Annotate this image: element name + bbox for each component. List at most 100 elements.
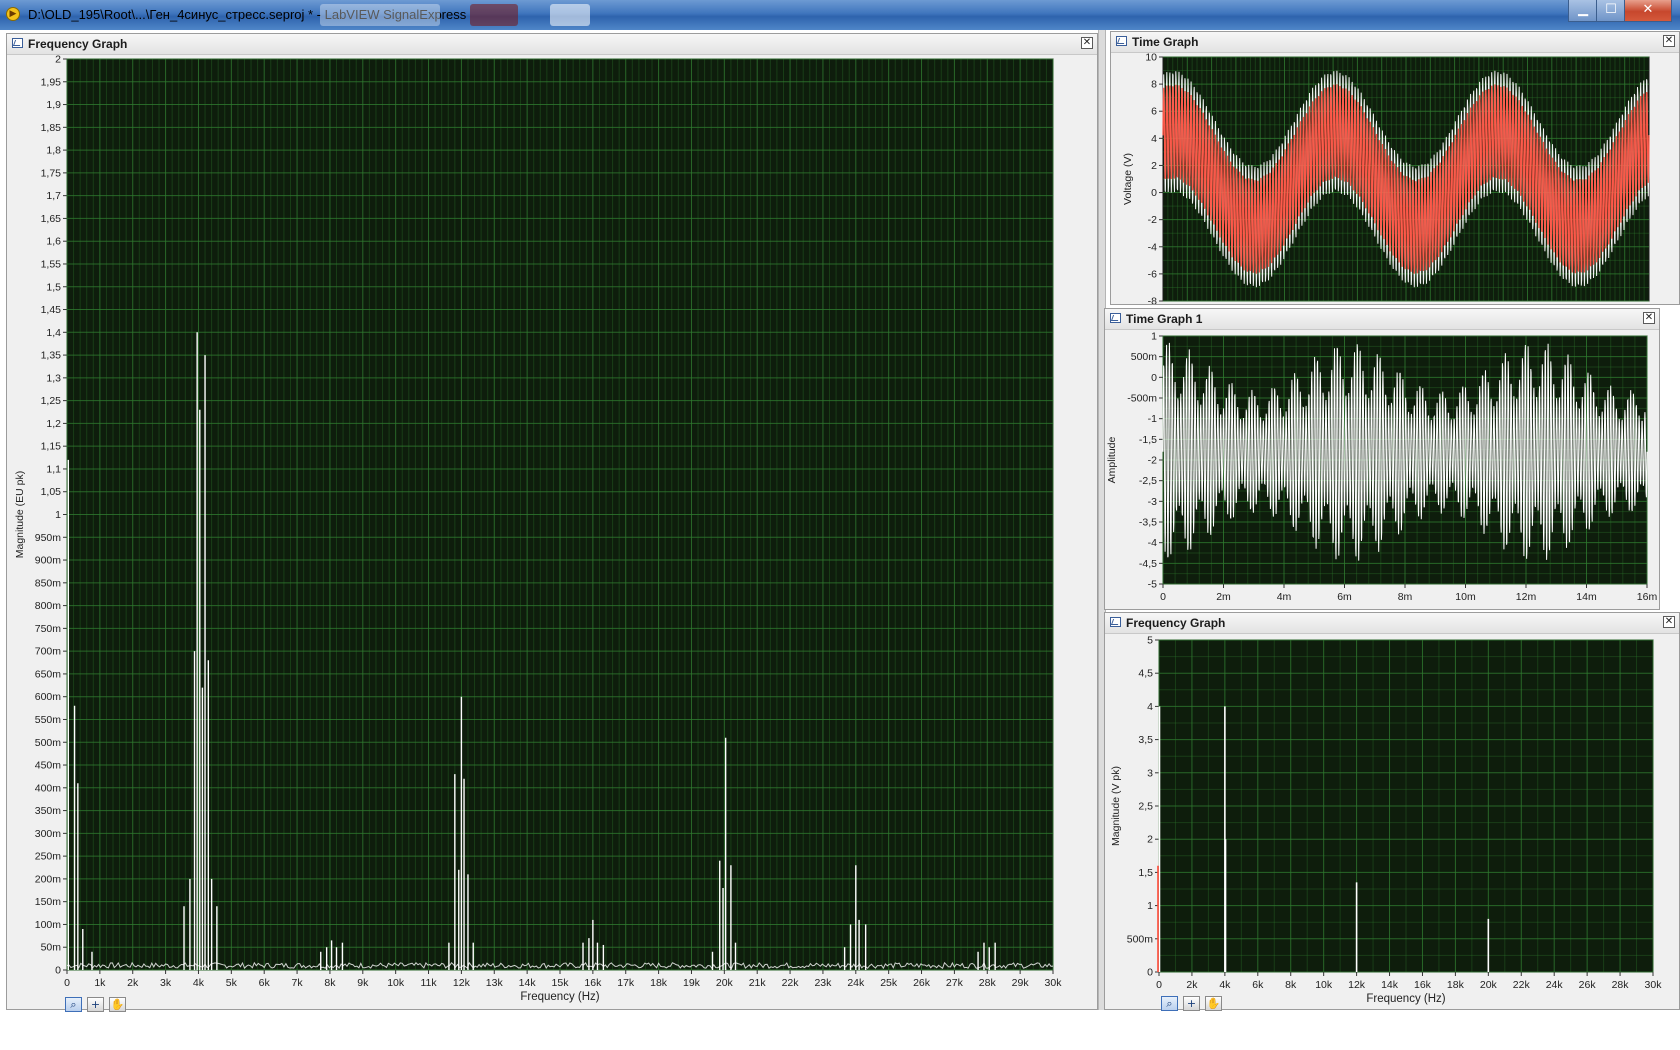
x-tick-label: 11k <box>420 977 437 989</box>
x-tick-label: 20k <box>716 977 734 989</box>
x-tick-label: 30k <box>1045 977 1063 989</box>
y-tick-label: 450m <box>35 760 62 772</box>
y-tick-label: -1,5 <box>1139 434 1157 446</box>
y-tick-label: -2 <box>1148 214 1157 226</box>
y-tick-label: 8 <box>1151 79 1157 91</box>
x-tick-label: 16k <box>584 977 602 989</box>
x-tick-label: 4k <box>1219 979 1231 991</box>
y-tick-label: -500m <box>1127 393 1157 405</box>
y-tick-label: 3,5 <box>1138 734 1153 746</box>
y-tick-label: 700m <box>35 646 62 658</box>
maximize-button[interactable]: ☐ <box>1596 0 1626 22</box>
titlebar-decoration <box>550 4 590 26</box>
cursor-tool-icon[interactable]: + <box>1183 996 1200 1011</box>
panel-close-icon[interactable]: ✕ <box>1081 37 1093 49</box>
x-tick-label: 8k <box>324 977 336 989</box>
y-tick-label: 1,5 <box>1138 867 1153 879</box>
panel-header: Time Graph ✕ <box>1111 32 1679 53</box>
y-tick-label: 350m <box>35 805 62 817</box>
y-tick-label: 1,8 <box>46 145 61 157</box>
x-tick-label: 12k <box>453 977 471 989</box>
x-tick-label: 13k <box>486 977 504 989</box>
y-tick-label: 2,5 <box>1138 801 1153 813</box>
pan-hand-tool-icon[interactable]: ✋ <box>109 997 126 1012</box>
x-tick-label: 4k <box>193 977 205 989</box>
y-tick-label: 600m <box>35 691 62 703</box>
y-tick-label: 2 <box>1151 160 1157 172</box>
y-tick-label: 1,9 <box>46 99 61 111</box>
x-tick-label: 5k <box>226 977 238 989</box>
x-tick-label: 6k <box>1252 979 1264 991</box>
y-tick-label: 1,5 <box>46 281 61 293</box>
x-tick-label: 26k <box>913 977 931 989</box>
y-tick-label: 4,5 <box>1138 668 1153 680</box>
y-tick-label: -5 <box>1148 579 1157 591</box>
x-axis-label: Frequency (Hz) <box>520 991 599 1003</box>
panel-header: Frequency Graph ✕ <box>1105 613 1679 634</box>
zoom-tool-icon[interactable]: ⌕ <box>1161 996 1178 1011</box>
y-axis-label: Amplitude <box>1106 437 1118 484</box>
x-tick-label: 16m <box>1637 591 1658 603</box>
y-tick-label: 800m <box>35 600 62 612</box>
cursor-tool-icon[interactable]: + <box>87 997 104 1012</box>
graph-panel-icon <box>12 38 23 48</box>
frequency-graph-panel: Frequency Graph ✕ 0 50m 100m 150m 200m 250m 30… <box>6 33 1098 1012</box>
panel-close-icon[interactable]: ✕ <box>1663 35 1675 47</box>
y-tick-label: 1 <box>55 509 61 521</box>
time-graph-chart[interactable]: -8 -6 -4 -2 0 2 4 6 8 10 Voltage (V) <box>1111 52 1679 304</box>
frequency-graph-small-chart[interactable]: 0 500m 1 1,5 2 2,5 3 3,5 4 4,5 5 0 2k 4k 6k 8k 10k 12k 14k… <box>1105 633 1679 1009</box>
panel-close-icon[interactable]: ✕ <box>1643 312 1655 324</box>
x-tick-label: 0 <box>64 977 70 989</box>
x-tick-label: 12m <box>1516 591 1537 603</box>
x-tick-label: 27k <box>946 977 964 989</box>
y-tick-label: 0 <box>1147 967 1153 979</box>
labview-app-icon[interactable]: ▶ <box>6 7 20 21</box>
x-tick-label: 24k <box>847 977 865 989</box>
y-tick-label: 1,4 <box>46 327 61 339</box>
x-tick-label: 19k <box>683 977 701 989</box>
minimize-button[interactable]: ▁ <box>1568 0 1598 22</box>
graph-panel-icon <box>1110 617 1121 627</box>
window-titlebar: ▶ D:\OLD_195\Root\...\Ген_4синус_стресс.… <box>0 0 1680 30</box>
y-tick-label: 10 <box>1145 52 1157 64</box>
titlebar-decoration <box>320 4 440 26</box>
y-tick-label: -8 <box>1148 296 1157 305</box>
x-tick-label: 4m <box>1277 591 1292 603</box>
y-tick-label: 100m <box>35 919 62 931</box>
close-window-button[interactable]: ✕ <box>1624 0 1672 22</box>
x-tick-label: 14k <box>1381 979 1399 991</box>
x-tick-label: 23k <box>814 977 832 989</box>
y-tick-label: -3 <box>1148 496 1157 508</box>
y-tick-label: 0 <box>55 965 61 977</box>
frequency-graph-chart[interactable]: 0 50m 100m 150m 200m 250m 300m 350m 400m 450m 500m… <box>7 54 1097 1009</box>
panel-title: Time Graph 1 <box>1126 312 1203 326</box>
y-tick-label: 150m <box>35 896 62 908</box>
y-tick-label: 500m <box>1127 933 1154 945</box>
panel-close-icon[interactable]: ✕ <box>1663 616 1675 628</box>
y-tick-label: 550m <box>35 714 62 726</box>
y-tick-label: 1,2 <box>46 418 61 430</box>
pan-hand-tool-icon[interactable]: ✋ <box>1205 996 1222 1011</box>
y-tick-label: 250m <box>35 851 62 863</box>
panel-header: Frequency Graph ✕ <box>7 34 1097 55</box>
y-tick-label: -6 <box>1148 268 1157 280</box>
x-tick-label: 14k <box>519 977 537 989</box>
time-graph-1-chart[interactable]: -5 -4,5 -4 -3,5 -3 -2,5 -2 -1,5 -1 -500m 0 500m 1 0 2m… <box>1105 329 1659 609</box>
panel-title: Frequency Graph <box>28 37 128 51</box>
y-tick-label: -4,5 <box>1139 558 1157 570</box>
x-tick-label: 17k <box>617 977 635 989</box>
y-tick-label: 1,35 <box>41 350 62 362</box>
zoom-tool-icon[interactable]: ⌕ <box>65 997 82 1012</box>
y-tick-label: 0 <box>1151 372 1157 384</box>
x-tick-label: 3k <box>160 977 172 989</box>
y-axis-label: Voltage (V) <box>1122 153 1134 205</box>
y-tick-label: 750m <box>35 623 62 635</box>
y-tick-label: 50m <box>41 942 62 954</box>
y-tick-label: 1,65 <box>41 213 62 225</box>
y-tick-label: 1,1 <box>46 463 61 475</box>
panel-header: Time Graph 1 ✕ <box>1105 309 1659 330</box>
y-tick-label: 1,15 <box>41 441 62 453</box>
y-tick-label: 200m <box>35 873 62 885</box>
graph-panel-icon <box>1110 313 1121 323</box>
x-tick-label: 12k <box>1348 979 1366 991</box>
